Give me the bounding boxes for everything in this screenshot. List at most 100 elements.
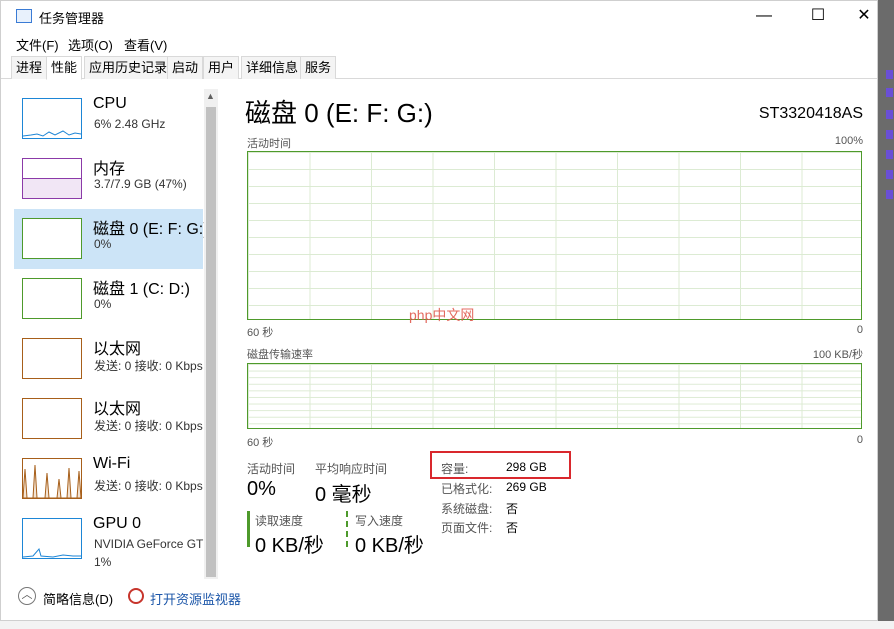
sidebar-item-cpu[interactable]: CPU 6% 2.48 GHz [14, 89, 203, 149]
close-button[interactable]: ✕ [841, 1, 877, 32]
window-title: 任务管理器 [39, 11, 105, 26]
menu-file[interactable]: 文件(F) [16, 35, 59, 54]
play-icon [886, 170, 893, 179]
disk-model: ST3320418AS [758, 105, 863, 122]
transfer-rate-graph [247, 363, 862, 429]
sidebar-item-name: Wi-Fi [93, 455, 131, 472]
sidebar-item-wifi[interactable]: Wi-Fi 发送: 0 接收: 0 Kbps [14, 449, 203, 509]
minimize-button[interactable]: — [741, 1, 787, 32]
tab-services[interactable]: 服务 [300, 56, 337, 79]
task-manager-window: 任务管理器 — ☐ ✕ 文件(F) 选项(O) 查看(V) 进程 性能 应用历史… [0, 0, 878, 621]
read-speed-indicator [247, 511, 250, 547]
tab-details[interactable]: 详细信息 [241, 56, 304, 79]
read-speed-label: 读取速度 [255, 514, 304, 528]
graph2-max: 100 KB/秒 [812, 349, 863, 361]
graph1-min: 0 [856, 324, 863, 336]
sidebar-item-sub2: 1% [94, 555, 112, 569]
tab-processes[interactable]: 进程 [11, 56, 48, 79]
sidebar-item-sub: 3.7/7.9 GB (47%) [94, 177, 187, 191]
page-file-label: 页面文件: [441, 521, 493, 535]
graph2-label: 磁盘传输速率 [247, 349, 313, 361]
graph2-time: 60 秒 [247, 437, 274, 449]
resource-sidebar: CPU 6% 2.48 GHz 内存 3.7/7.9 GB (47%) 磁盘 0… [14, 89, 218, 579]
active-time-graph [247, 151, 862, 320]
chevron-up-icon[interactable]: ︿ [18, 587, 36, 605]
response-time-value: 0 毫秒 [315, 484, 372, 506]
graph1-time: 60 秒 [247, 327, 274, 339]
graph1-label: 活动时间 [247, 138, 291, 150]
active-time-value: 0% [247, 478, 276, 500]
play-icon [886, 150, 893, 159]
graph2-min: 0 [856, 434, 863, 446]
sidebar-item-name: GPU 0 [93, 515, 142, 532]
open-resource-monitor-link[interactable]: 打开资源监视器 [150, 589, 241, 608]
write-speed-indicator [346, 511, 349, 547]
maximize-button[interactable]: ☐ [795, 1, 841, 32]
sidebar-item-sub: 0% [94, 297, 112, 311]
graph1-max: 100% [834, 135, 863, 147]
disk-detail-panel: 磁盘 0 (E: F: G:) ST3320418AS 活动时间 100% 60… [239, 89, 869, 579]
sidebar-item-ethernet-1[interactable]: 以太网 发送: 0 接收: 0 Kbps [14, 329, 203, 389]
capacity-highlight-box [430, 451, 571, 479]
tab-app-history[interactable]: 应用历史记录 [84, 56, 173, 79]
tab-startup[interactable]: 启动 [167, 56, 204, 79]
sidebar-item-sub: 发送: 0 接收: 0 Kbps [94, 419, 203, 433]
disk1-thumbnail-graph [22, 278, 82, 319]
sidebar-item-name: 内存 [93, 161, 126, 178]
sidebar-item-disk-0[interactable]: 磁盘 0 (E: F: G:) 0% [14, 209, 209, 269]
disk0-thumbnail-graph [22, 218, 82, 259]
watermark: php中文网 [409, 307, 475, 323]
write-speed-label: 写入速度 [355, 514, 404, 528]
background-window-edge [878, 0, 894, 629]
menu-bar: 文件(F) 选项(O) 查看(V) [1, 32, 877, 54]
read-speed-value: 0 KB/秒 [255, 535, 324, 557]
scrollbar-thumb[interactable] [206, 107, 216, 577]
tab-users[interactable]: 用户 [203, 56, 240, 79]
formatted-value: 269 GB [506, 480, 547, 494]
sidebar-scrollbar[interactable]: ▲ [204, 89, 218, 579]
task-manager-app-icon [16, 9, 32, 23]
sidebar-item-disk-1[interactable]: 磁盘 1 (C: D:) 0% [14, 269, 203, 329]
cpu-thumbnail-graph [22, 98, 82, 139]
ethernet1-thumbnail-graph [22, 338, 82, 379]
system-disk-label: 系统磁盘: [441, 502, 493, 516]
sidebar-item-ethernet-2[interactable]: 以太网 发送: 0 接收: 0 Kbps [14, 389, 203, 449]
sidebar-item-sub: 发送: 0 接收: 0 Kbps [94, 359, 203, 373]
play-icon [886, 88, 893, 97]
background-strip [0, 621, 894, 629]
wifi-thumbnail-graph [22, 458, 82, 499]
menu-options[interactable]: 选项(O) [68, 35, 113, 54]
resource-monitor-icon [128, 588, 144, 604]
play-icon [886, 70, 893, 79]
play-icon [886, 190, 893, 199]
play-icon [886, 130, 893, 139]
formatted-label: 已格式化: [441, 482, 493, 496]
tab-performance[interactable]: 性能 [46, 56, 83, 80]
sidebar-item-sub: NVIDIA GeForce GT [94, 537, 204, 551]
sidebar-item-name: 以太网 [93, 341, 142, 358]
sidebar-item-name: 磁盘 0 (E: F: G:) [93, 221, 209, 238]
less-details-link[interactable]: 简略信息(D) [43, 589, 113, 608]
sidebar-item-memory[interactable]: 内存 3.7/7.9 GB (47%) [14, 149, 203, 209]
sidebar-item-sub: 6% 2.48 GHz [94, 117, 166, 131]
title-bar: 任务管理器 — ☐ ✕ [1, 1, 877, 32]
sidebar-item-sub: 发送: 0 接收: 0 Kbps [94, 479, 203, 493]
ethernet2-thumbnail-graph [22, 398, 82, 439]
tab-bar: 进程 性能 应用历史记录 启动 用户 详细信息 服务 [1, 56, 877, 80]
page-file-value: 否 [506, 521, 519, 535]
sidebar-item-name: 以太网 [93, 401, 142, 418]
sidebar-item-gpu[interactable]: GPU 0 NVIDIA GeForce GT 1% [14, 509, 203, 569]
footer: ︿ 简略信息(D) 打开资源监视器 [1, 584, 877, 612]
sidebar-item-name: 磁盘 1 (C: D:) [93, 281, 190, 298]
system-disk-value: 否 [506, 502, 519, 516]
sidebar-item-sub: 0% [94, 237, 112, 251]
sidebar-item-name: CPU [93, 95, 127, 112]
menu-view[interactable]: 查看(V) [124, 35, 167, 54]
active-time-label: 活动时间 [247, 462, 296, 476]
scroll-up-arrow-icon[interactable]: ▲ [206, 91, 215, 101]
response-time-label: 平均响应时间 [315, 462, 388, 476]
gpu-thumbnail-graph [22, 518, 82, 559]
write-speed-value: 0 KB/秒 [355, 535, 424, 557]
play-icon [886, 110, 893, 119]
memory-thumbnail-graph [22, 158, 82, 199]
